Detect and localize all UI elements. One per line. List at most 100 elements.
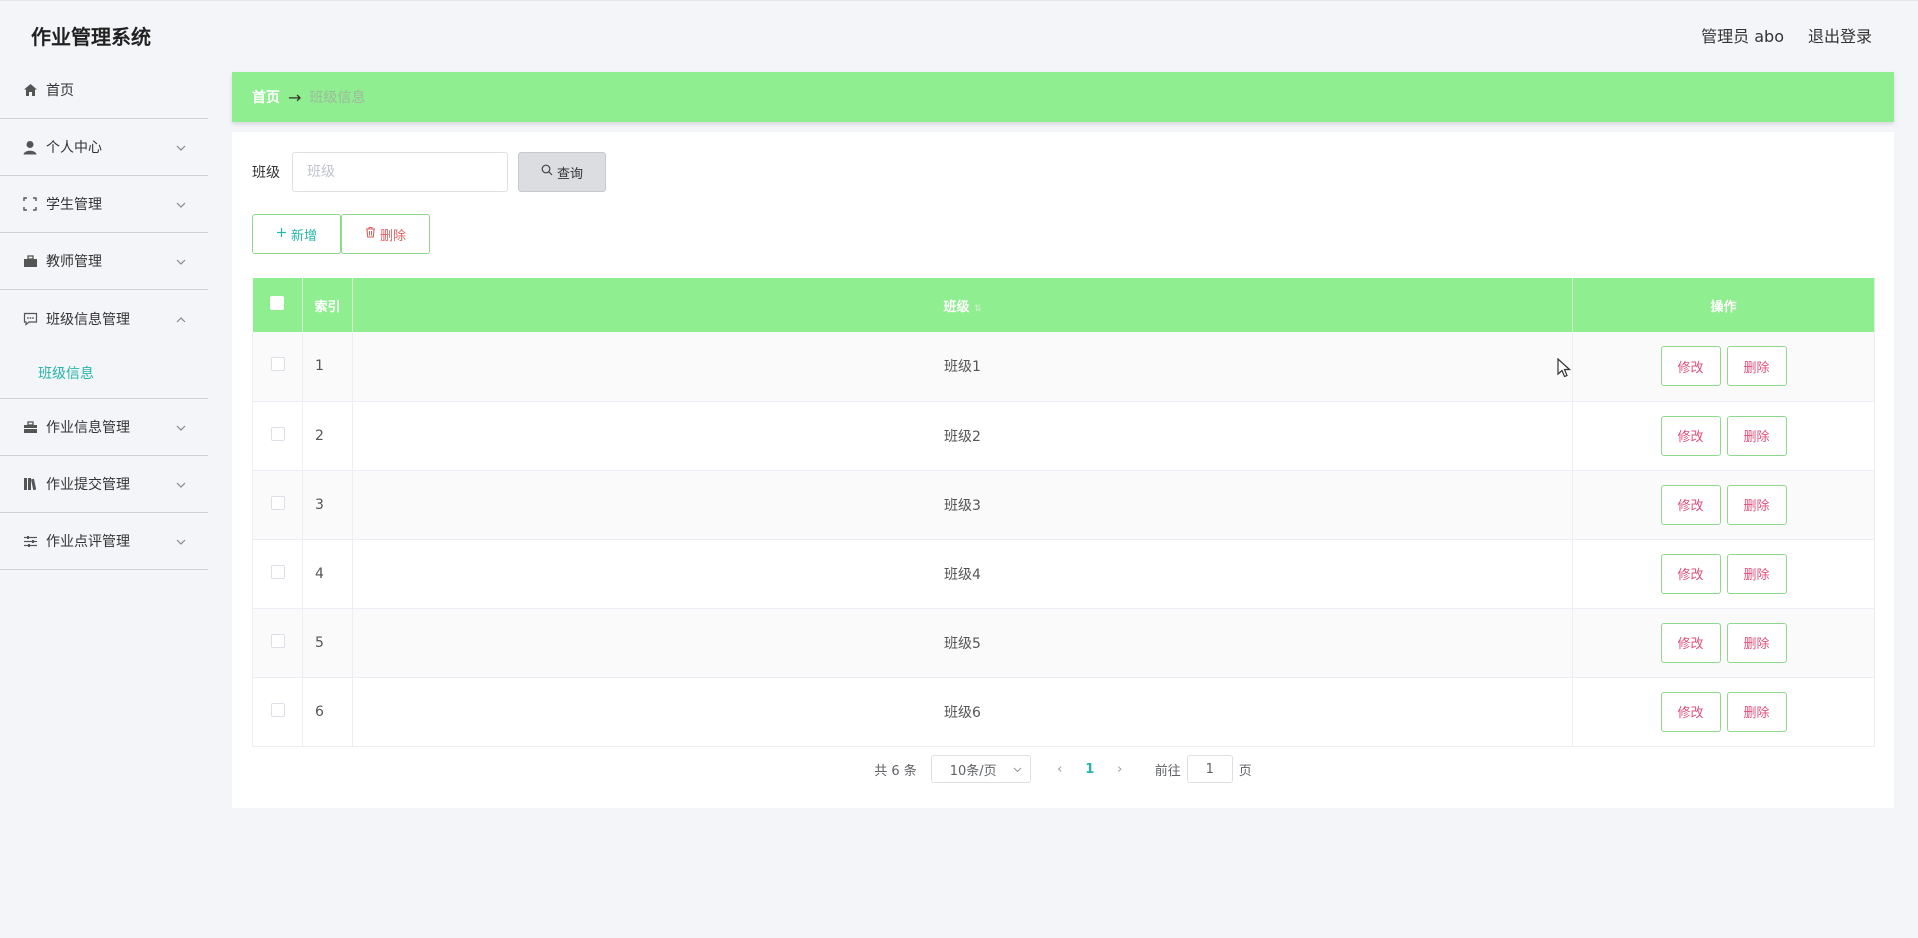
add-button-label: 新增 (290, 228, 317, 244)
sidebar-item-label: 作业提交管理 (46, 477, 130, 493)
column-header-ops: 操作 (1572, 278, 1875, 332)
row-checkbox[interactable] (270, 357, 285, 372)
sidebar-item-profile[interactable]: 个人中心 (0, 119, 208, 176)
table-header-row: 索引 班级 ⇅ 操作 (252, 278, 1875, 332)
page-size-select[interactable]: 10条/页 (930, 755, 1031, 783)
delete-button[interactable]: 删除 (1726, 553, 1787, 594)
column-header-class-label: 班级 (943, 299, 970, 315)
logout-button[interactable]: 退出登录 (1808, 23, 1872, 47)
row-actions: 修改 删除 (1572, 470, 1875, 540)
chevron-down-icon (176, 533, 186, 549)
table-row: 2 班级2 修改 删除 (252, 401, 1875, 471)
sidebar-item-label: 作业信息管理 (46, 420, 130, 436)
chevron-down-icon (1013, 762, 1022, 777)
row-checkbox-cell (252, 539, 303, 609)
page-number[interactable]: 1 (1073, 762, 1107, 777)
main-content: 首页 → 班级信息 班级 查询 新增 (208, 62, 1918, 938)
content-panel: 班级 查询 新增 删除 (232, 132, 1894, 808)
scan-icon (22, 196, 38, 212)
batch-delete-button[interactable]: 删除 (341, 214, 430, 254)
table-row: 6 班级6 修改 删除 (252, 677, 1875, 747)
chevron-up-icon (176, 311, 186, 327)
select-all-checkbox[interactable] (270, 296, 285, 310)
sidebar-item-class-info[interactable]: 班级信息管理 (0, 290, 208, 347)
sidebar-item-label: 个人中心 (46, 140, 102, 156)
sidebar-item-students[interactable]: 学生管理 (0, 176, 208, 233)
class-search-input[interactable] (292, 152, 508, 192)
books-icon (22, 476, 38, 492)
row-actions: 修改 删除 (1572, 539, 1875, 609)
breadcrumb: 首页 → 班级信息 (232, 72, 1894, 122)
row-index: 1 (302, 332, 353, 402)
arrow-right-icon: → (288, 87, 302, 107)
plus-icon (276, 227, 287, 242)
sidebar-item-label: 学生管理 (46, 197, 102, 213)
goto-suffix: 页 (1238, 763, 1252, 779)
sidebar-item-homework-submit[interactable]: 作业提交管理 (0, 456, 208, 513)
table-row: 5 班级5 修改 删除 (252, 608, 1875, 678)
search-button[interactable]: 查询 (518, 152, 606, 192)
row-checkbox-cell (252, 470, 303, 540)
sidebar-item-homework-review[interactable]: 作业点评管理 (0, 513, 208, 570)
search-bar: 班级 查询 (252, 152, 606, 192)
action-bar: 新增 删除 (252, 214, 430, 254)
header-actions: 管理员 abo 退出登录 (1701, 23, 1872, 47)
sidebar-item-homework-info[interactable]: 作业信息管理 (0, 399, 208, 456)
row-class: 班级6 (352, 677, 1573, 747)
sidebar-subitem-class-info[interactable]: 班级信息 (0, 347, 208, 399)
next-page-button[interactable]: › (1107, 762, 1133, 777)
user-label[interactable]: 管理员 abo (1701, 23, 1784, 47)
pagination: 共 6 条 10条/页 ‹ 1 › 前往 页 (232, 754, 1894, 784)
delete-button[interactable]: 删除 (1726, 415, 1787, 456)
breadcrumb-home[interactable]: 首页 (252, 87, 280, 107)
chevron-down-icon (176, 253, 186, 269)
row-checkbox[interactable] (270, 702, 285, 717)
row-actions: 修改 删除 (1572, 401, 1875, 471)
sidebar-item-teachers[interactable]: 教师管理 (0, 233, 208, 290)
edit-button[interactable]: 修改 (1660, 415, 1721, 456)
table-row: 4 班级4 修改 删除 (252, 539, 1875, 609)
delete-button[interactable]: 删除 (1726, 691, 1787, 732)
edit-button[interactable]: 修改 (1660, 484, 1721, 525)
row-index: 5 (302, 608, 353, 678)
add-button[interactable]: 新增 (252, 214, 341, 254)
prev-page-button[interactable]: ‹ (1047, 762, 1073, 777)
table-row: 3 班级3 修改 删除 (252, 470, 1875, 540)
sidebar-item-label: 首页 (46, 83, 74, 99)
suitcase-icon (22, 419, 38, 435)
delete-button[interactable]: 删除 (1726, 346, 1787, 387)
class-table: 索引 班级 ⇅ 操作 1 班级1 修改 删除 2 班级2 修改 删除 3 班级3 修改 删除 4 班级4 修… (252, 278, 1875, 747)
goto-page-input[interactable] (1186, 755, 1233, 783)
row-checkbox-cell (252, 677, 303, 747)
row-index: 6 (302, 677, 353, 747)
delete-button[interactable]: 删除 (1726, 622, 1787, 663)
row-checkbox[interactable] (270, 633, 285, 648)
sidebar-item-label: 作业点评管理 (46, 534, 130, 550)
sort-icon[interactable]: ⇅ (974, 304, 982, 314)
mouse-cursor-icon (1557, 357, 1572, 382)
delete-button[interactable]: 删除 (1726, 484, 1787, 525)
trash-icon (365, 226, 376, 242)
edit-button[interactable]: 修改 (1660, 553, 1721, 594)
sidebar-item-label: 教师管理 (46, 254, 102, 270)
row-checkbox[interactable] (270, 426, 285, 441)
sliders-icon (22, 533, 38, 549)
column-header-class[interactable]: 班级 ⇅ (352, 278, 1573, 332)
row-checkbox-cell (252, 608, 303, 678)
search-label: 班级 (252, 165, 280, 181)
row-checkbox[interactable] (270, 564, 285, 579)
edit-button[interactable]: 修改 (1660, 691, 1721, 732)
search-icon (541, 164, 553, 180)
row-checkbox-cell (252, 332, 303, 402)
sidebar-item-home[interactable]: 首页 (0, 62, 208, 119)
user-icon (22, 139, 38, 155)
row-class: 班级4 (352, 539, 1573, 609)
sidebar-item-label: 班级信息管理 (46, 311, 130, 328)
pagination-total: 共 6 条 (874, 763, 917, 779)
row-class: 班级5 (352, 608, 1573, 678)
row-index: 2 (302, 401, 353, 471)
edit-button[interactable]: 修改 (1660, 622, 1721, 663)
row-checkbox[interactable] (270, 495, 285, 510)
edit-button[interactable]: 修改 (1660, 346, 1721, 387)
delete-button-label: 删除 (379, 228, 406, 244)
